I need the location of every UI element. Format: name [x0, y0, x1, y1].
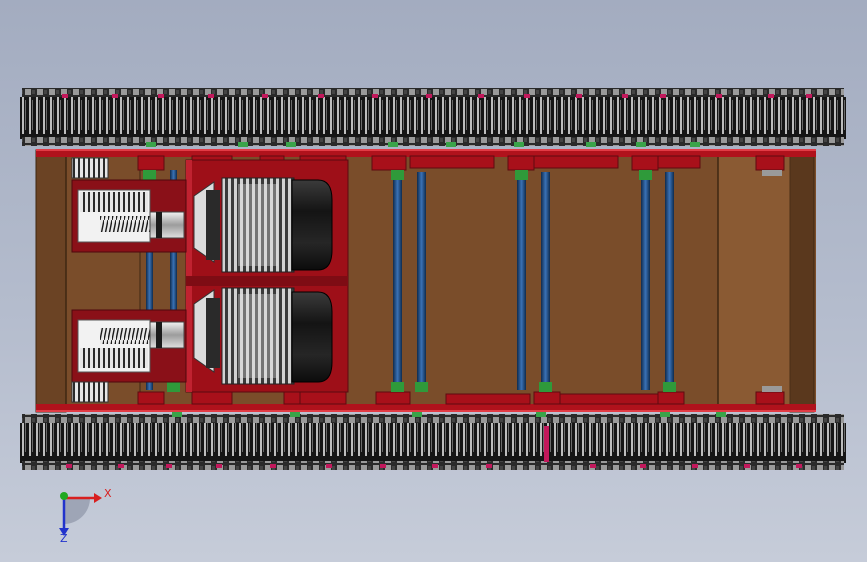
top-track[interactable] [20, 88, 846, 147]
triad-shadow [64, 498, 90, 524]
frame-right-wall [789, 149, 815, 413]
upper-motor[interactable] [193, 177, 333, 273]
bottom-end-gear [71, 381, 109, 403]
top-track-tread [20, 97, 846, 139]
upper-motor-body [291, 179, 333, 271]
z-axis-label: Z [60, 532, 68, 545]
top-end-gear [71, 157, 109, 179]
top-track-lower-edge [22, 137, 844, 146]
frame-left-wall [35, 149, 67, 413]
lower-motor-body [291, 291, 333, 383]
cad-assembly-viewport[interactable]: X Z [0, 0, 867, 562]
axis-triad[interactable]: X Z [59, 487, 112, 545]
frame-right-panel [717, 155, 791, 407]
upper-spring [100, 216, 152, 232]
x-axis-label: X [104, 487, 112, 500]
upper-gear-cluster [80, 192, 148, 212]
y-axis-dot [60, 492, 68, 500]
x-axis-arrow [94, 493, 102, 503]
lower-gear-cluster [80, 348, 148, 368]
lower-spring [100, 328, 152, 344]
bottom-track-tread [20, 423, 846, 463]
bottom-track[interactable] [20, 412, 846, 470]
